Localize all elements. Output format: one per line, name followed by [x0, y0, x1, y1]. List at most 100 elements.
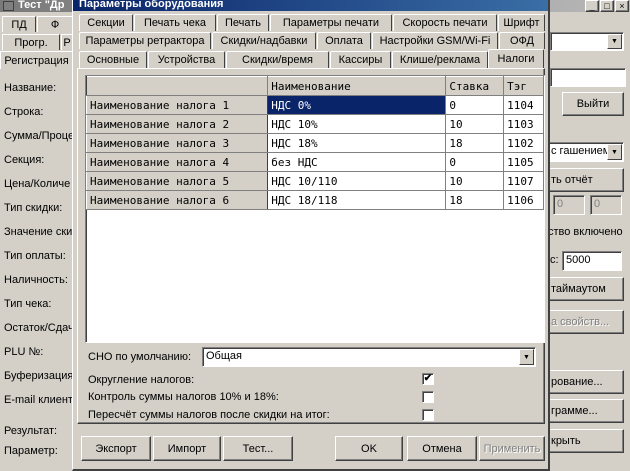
bg-timeout-button[interactable]: таймаутом: [548, 277, 624, 301]
app-icon: [3, 1, 14, 11]
recalc-label: Пересчёт суммы налогов после скидки на и…: [88, 409, 330, 421]
tab-main[interactable]: Основные: [79, 51, 147, 68]
tab-discounts-time[interactable]: Скидки/время: [226, 51, 329, 68]
header-name[interactable]: Наименование: [267, 76, 447, 96]
tax-tag-cell[interactable]: 1102: [503, 133, 544, 153]
tab-taxes[interactable]: Налоги: [488, 49, 544, 68]
bg-small-input-2[interactable]: 0: [590, 195, 622, 215]
tax-row-label: Наименование налога 2: [86, 114, 269, 134]
tax-name-cell[interactable]: НДС 0%: [267, 95, 447, 115]
bg-properties-button[interactable]: а свойств...: [548, 310, 624, 334]
table-row[interactable]: Наименование налога 4 без НДС 0 1105: [86, 152, 544, 172]
tab-ofd[interactable]: ОФД: [499, 32, 545, 49]
tab-cliche-advertising[interactable]: Клише/реклама: [392, 51, 488, 68]
header-tag[interactable]: Тэг: [503, 76, 544, 96]
tab-retractor-params[interactable]: Параметры ретрактора: [79, 32, 211, 49]
tax-row-label: Наименование налога 6: [86, 190, 269, 210]
table-row[interactable]: Наименование налога 1 НДС 0% 0 1104: [86, 95, 544, 115]
bg-small-input-1[interactable]: 0: [553, 195, 585, 215]
cancel-button[interactable]: Отмена: [407, 436, 477, 461]
bg-programming-button[interactable]: рование...: [548, 370, 624, 394]
tab-discounts-surcharges[interactable]: Скидки/надбавки: [212, 32, 316, 49]
tab-print-params[interactable]: Параметры печати: [270, 14, 392, 31]
chevron-down-icon[interactable]: ▼: [607, 144, 622, 160]
sum-control-checkbox[interactable]: [422, 391, 434, 403]
tab-print-speed[interactable]: Скорость печати: [393, 14, 497, 31]
bg-label-payment-type: Тип оплаты:: [4, 250, 66, 262]
tax-tag-cell[interactable]: 1105: [503, 152, 544, 172]
tax-row-label: Наименование налога 3: [86, 133, 269, 153]
sno-label: СНО по умолчанию:: [88, 351, 191, 363]
tax-tag-cell[interactable]: 1107: [503, 171, 544, 191]
import-button[interactable]: Импорт: [153, 436, 221, 461]
bg-label-change: Остаток/Сдач: [4, 322, 74, 334]
bg-top-input[interactable]: [550, 68, 626, 87]
bg-label-section: Секция:: [4, 154, 45, 166]
bg-timeout-input[interactable]: 5000: [562, 251, 622, 271]
recalc-checkbox[interactable]: [422, 409, 434, 421]
bg-hide-button[interactable]: крыть: [548, 429, 624, 453]
minimize-button[interactable]: _: [585, 0, 599, 12]
bg-label-name: Название:: [4, 82, 57, 94]
test-button[interactable]: Тест...: [223, 436, 293, 461]
chevron-down-icon[interactable]: ▼: [519, 349, 534, 365]
table-row[interactable]: Наименование налога 5 НДС 10/110 10 1107: [86, 171, 544, 191]
table-row[interactable]: Наименование налога 6 НДС 18/118 18 1106: [86, 190, 544, 210]
apply-button[interactable]: Применить: [479, 436, 545, 461]
tab-devices[interactable]: Устройства: [148, 51, 225, 68]
bg-tab-prog[interactable]: Прогр.: [2, 34, 60, 50]
tax-row-label: Наименование налога 4: [86, 152, 269, 172]
tax-name-cell[interactable]: НДС 18/118: [267, 190, 447, 210]
tax-name-cell[interactable]: НДС 18%: [267, 133, 447, 153]
tax-rate-cell[interactable]: 10: [445, 114, 505, 134]
bg-report-button[interactable]: ть отчёт: [548, 168, 624, 192]
dialog-title: Параметры оборудования: [73, 0, 548, 11]
bg-label-check-type: Тип чека:: [4, 298, 52, 310]
tax-rate-cell[interactable]: 10: [445, 171, 505, 191]
bg-label-price: Цена/Количе: [4, 178, 71, 190]
ok-button[interactable]: OK: [335, 436, 403, 461]
tab-font[interactable]: Шрифт: [498, 14, 545, 31]
equipment-settings-dialog: Параметры оборудования Секции Печать чек…: [72, 0, 550, 471]
header-rate[interactable]: Ставка: [445, 76, 505, 96]
table-row[interactable]: Наименование налога 3 НДС 18% 18 1102: [86, 133, 544, 153]
bg-tab-registration[interactable]: Регистрация: [0, 51, 73, 69]
table-row[interactable]: Наименование налога 2 НДС 10% 10 1103: [86, 114, 544, 134]
rounding-checkbox[interactable]: ✔: [422, 373, 434, 385]
tax-grid[interactable]: Наименование Ставка Тэг Наименование нал…: [85, 75, 545, 343]
tax-rate-cell[interactable]: 0: [445, 95, 505, 115]
rounding-label: Округление налогов:: [88, 374, 195, 386]
tax-rate-cell[interactable]: 18: [445, 133, 505, 153]
chevron-down-icon[interactable]: ▼: [607, 34, 622, 49]
close-button[interactable]: ×: [615, 0, 629, 12]
bg-program-button[interactable]: грамме...: [548, 399, 624, 423]
bg-label-cash: Наличность:: [4, 274, 68, 286]
tax-rate-cell[interactable]: 18: [445, 190, 505, 210]
tax-name-cell[interactable]: без НДС: [267, 152, 447, 172]
bg-mode-combo[interactable]: с гашением ▼: [548, 142, 624, 162]
tab-print[interactable]: Печать: [217, 14, 269, 31]
tab-payment[interactable]: Оплата: [317, 32, 371, 49]
bg-timeout-label: с:: [550, 254, 559, 266]
tax-table: Наименование Ставка Тэг Наименование нал…: [86, 76, 544, 210]
tab-gsm-wifi-settings[interactable]: Настройки GSM/Wi-Fi: [372, 32, 498, 49]
bg-tab-pd[interactable]: ПД: [2, 16, 36, 32]
bg-tab-f[interactable]: Ф: [37, 16, 73, 32]
sno-combo[interactable]: Общая ▼: [202, 347, 536, 367]
tab-cashiers[interactable]: Кассиры: [330, 51, 391, 68]
maximize-button[interactable]: □: [600, 0, 614, 12]
tab-sections[interactable]: Секции: [79, 14, 133, 31]
tab-check-print[interactable]: Печать чека: [134, 14, 216, 31]
bg-top-combo[interactable]: ▼: [550, 32, 624, 51]
tax-rate-cell[interactable]: 0: [445, 152, 505, 172]
tax-tag-cell[interactable]: 1103: [503, 114, 544, 134]
sum-control-label: Контроль суммы налогов 10% и 18%:: [88, 391, 279, 403]
bg-exit-button[interactable]: Выйти: [562, 92, 624, 116]
bg-label-buffering: Буферизация:: [4, 370, 77, 382]
export-button[interactable]: Экспорт: [81, 436, 151, 461]
tax-name-cell[interactable]: НДС 10/110: [267, 171, 447, 191]
tax-tag-cell[interactable]: 1104: [503, 95, 544, 115]
taxes-tab-panel: Наименование Ставка Тэг Наименование нал…: [77, 68, 545, 424]
tax-name-cell[interactable]: НДС 10%: [267, 114, 447, 134]
tax-tag-cell[interactable]: 1106: [503, 190, 544, 210]
